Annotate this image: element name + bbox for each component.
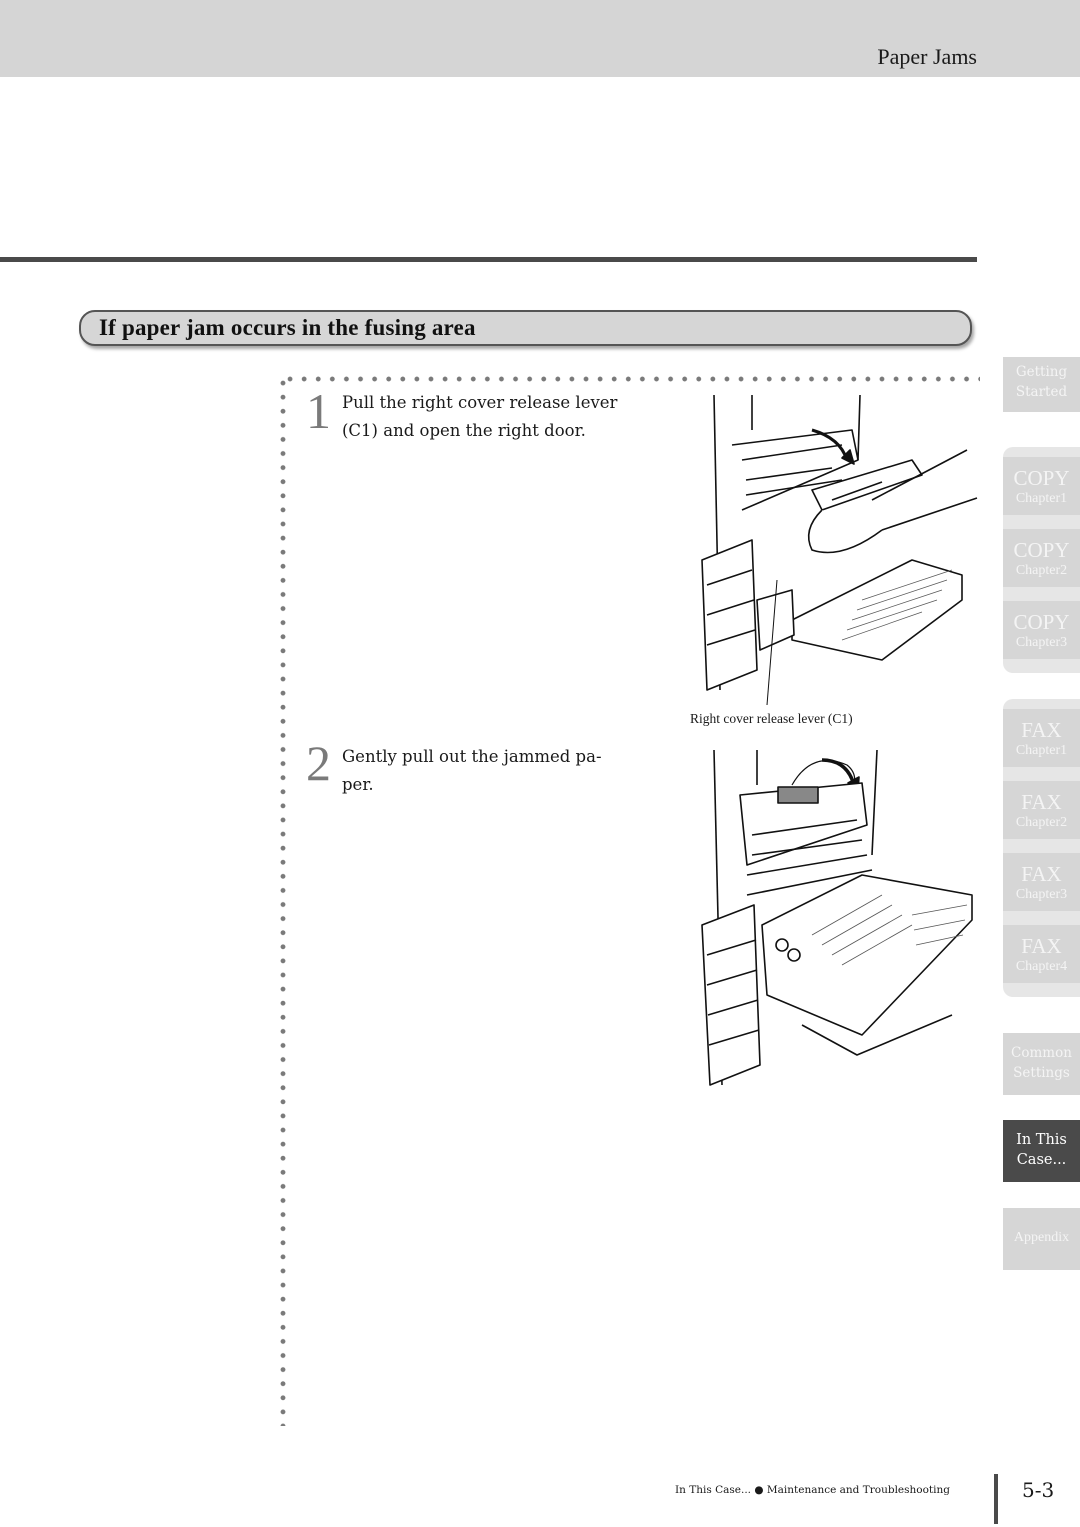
step-number-2: 2 xyxy=(306,735,331,791)
step-number-1: 1 xyxy=(306,383,331,439)
footer-section: In This Case... xyxy=(675,1484,752,1496)
hand-arm-outline xyxy=(871,449,978,531)
tab-label-main: FAX xyxy=(1021,718,1062,742)
tab-label-sub: Chapter2 xyxy=(1015,815,1068,830)
sidebar-tab-copy-chapter3[interactable]: COPY Chapter3 xyxy=(1003,601,1080,659)
sidebar-tab-in-this-case[interactable]: In This Case... xyxy=(1003,1120,1080,1182)
paper-drawers xyxy=(701,904,761,1086)
section-title: If paper jam occurs in the fusing area xyxy=(99,315,476,340)
tab-label-sub: Chapter3 xyxy=(1015,635,1068,650)
fusing-unit-jammed-paper-illustration xyxy=(701,749,973,1086)
machine-edge-line xyxy=(871,749,878,856)
tab-label-main: Common xyxy=(1011,1045,1072,1061)
copier-right-door-open-illustration xyxy=(701,394,978,705)
step-2-text: Gently pull out the jammed pa- per. xyxy=(342,743,662,799)
sidebar-tab-fax-chapter4[interactable]: FAX Chapter4 xyxy=(1003,925,1080,983)
step-1-line-1: Pull the right cover release lever xyxy=(342,393,618,412)
hand-outline xyxy=(807,509,883,554)
tab-label-sub: Chapter4 xyxy=(1015,959,1068,974)
step-1-text: Pull the right cover release lever (C1) … xyxy=(342,389,662,445)
dotted-border-left xyxy=(280,376,286,1426)
sidebar-tab-fax-chapter3[interactable]: FAX Chapter3 xyxy=(1003,853,1080,911)
arrow-outline xyxy=(791,759,856,786)
tab-label-sub: Chapter3 xyxy=(1015,887,1068,902)
right-door-panel xyxy=(811,459,923,511)
footer-breadcrumb: In This Case... ● Maintenance and Troubl… xyxy=(675,1484,950,1496)
figure-1-caption: Right cover release lever (C1) xyxy=(690,711,853,726)
tab-label-sub: Chapter1 xyxy=(1015,491,1068,506)
curved-arrow-icon xyxy=(821,758,856,786)
tab-label-sub: Settings xyxy=(1013,1065,1070,1081)
page-header-title: Paper Jams xyxy=(877,44,977,69)
tab-label-sub: Case... xyxy=(1016,1152,1067,1168)
tab-label-main: Getting xyxy=(1015,364,1068,380)
bullet-icon: ● xyxy=(754,1484,764,1496)
sidebar-tab-copy-chapter1[interactable]: COPY Chapter1 xyxy=(1003,457,1080,515)
paper-drawers xyxy=(701,539,758,691)
dotted-border-top xyxy=(283,376,980,382)
sidebar-tab-fax-chapter1[interactable]: FAX Chapter1 xyxy=(1003,709,1080,767)
sidebar-tab-copy-chapter2[interactable]: COPY Chapter2 xyxy=(1003,529,1080,587)
tab-label-main: FAX xyxy=(1021,862,1062,886)
step-2-line-2: per. xyxy=(342,775,374,794)
tab-label-main: COPY xyxy=(1013,466,1070,490)
open-right-door xyxy=(761,874,973,1036)
door-base xyxy=(801,1014,953,1056)
footer-chapter: Maintenance and Troubleshooting xyxy=(766,1484,950,1496)
jammed-paper xyxy=(777,786,819,804)
sidebar-tab-fax-chapter2[interactable]: FAX Chapter2 xyxy=(1003,781,1080,839)
tab-label-sub: Chapter2 xyxy=(1015,563,1068,578)
page-number: 5-3 xyxy=(1022,1478,1055,1502)
tab-label-sub: Started xyxy=(1015,384,1068,400)
tab-label-sub: Chapter1 xyxy=(1015,743,1068,758)
sidebar-tab-appendix[interactable]: Appendix xyxy=(1003,1208,1080,1270)
tab-label-main: FAX xyxy=(1021,934,1062,958)
sidebar-tab-getting-started[interactable]: Getting Started xyxy=(1003,357,1080,412)
step-2-line-1: Gently pull out the jammed pa- xyxy=(342,747,602,766)
tab-label-main: COPY xyxy=(1013,610,1070,634)
section-divider xyxy=(0,257,977,262)
footer-divider xyxy=(994,1474,998,1524)
machine-edge-line xyxy=(857,394,861,461)
sidebar-tab-common-settings[interactable]: Common Settings xyxy=(1003,1033,1080,1095)
tab-label-main: In This xyxy=(1016,1132,1067,1148)
tab-label-main: FAX xyxy=(1021,790,1062,814)
step-1-line-2: (C1) and open the right door. xyxy=(342,421,586,440)
section-heading-bar: If paper jam occurs in the fusing area xyxy=(79,310,972,346)
tab-label-main: COPY xyxy=(1013,538,1070,562)
tab-label-main: Appendix xyxy=(1013,1230,1070,1245)
